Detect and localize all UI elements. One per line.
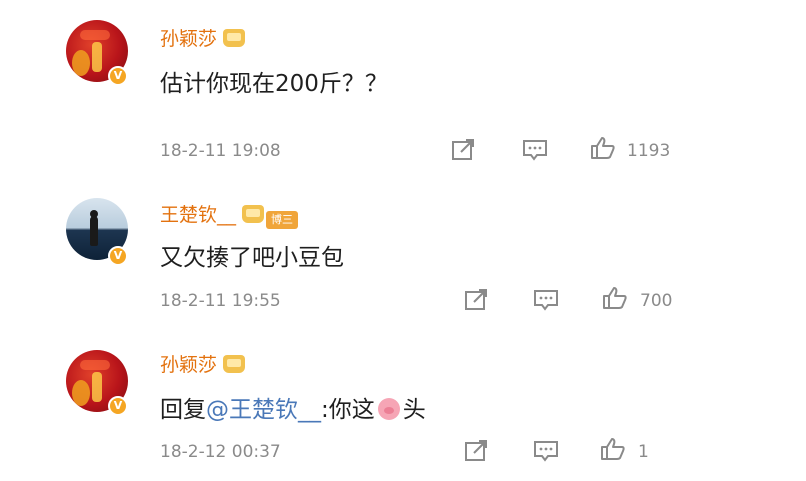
username[interactable]: 王楚钦__ 博三 — [160, 200, 299, 229]
thumbs-up-icon[interactable] — [602, 286, 628, 310]
timestamp: 18-2-12 00:37 — [160, 442, 281, 462]
verified-v-icon: V — [108, 396, 128, 416]
comment-icon[interactable] — [522, 138, 548, 162]
reply-text-end: 头 — [402, 397, 426, 423]
timestamp: 18-2-11 19:08 — [160, 141, 281, 161]
thumbs-up-icon[interactable] — [600, 437, 626, 461]
verified-v-icon: V — [108, 246, 128, 266]
comment-text: 回复@王楚钦__:你这 头 — [160, 390, 426, 424]
comment-icon[interactable] — [533, 439, 559, 463]
crown-icon — [242, 205, 265, 223]
repost-icon[interactable] — [451, 138, 477, 162]
crown-icon — [223, 355, 246, 373]
comment-icon[interactable] — [533, 288, 559, 312]
like-count: 700 — [640, 291, 673, 311]
like-count: 1 — [638, 442, 649, 462]
member-badge: 博三 — [266, 211, 299, 229]
username[interactable]: 孙颖莎 — [160, 24, 246, 51]
comment-item: V 孙颖莎 回复@王楚钦__:你这 头 18-2-12 00:37 1 — [0, 330, 806, 481]
username-text[interactable]: 孙颖莎 — [160, 28, 217, 50]
reply-text: :你这 — [321, 397, 375, 423]
repost-icon[interactable] — [464, 288, 490, 312]
comment-text: 估计你现在200斤？？ — [160, 71, 388, 97]
comment-item: V 孙颖莎 估计你现在200斤？？ 18-2-11 19:08 1193 — [0, 0, 806, 162]
pig-emoji-icon — [377, 398, 400, 420]
crown-icon — [223, 29, 246, 47]
username[interactable]: 孙颖莎 — [160, 350, 246, 377]
username-text[interactable]: 王楚钦__ — [160, 204, 236, 226]
repost-icon[interactable] — [464, 439, 490, 463]
like-count: 1193 — [627, 141, 671, 161]
verified-v-icon: V — [108, 66, 128, 86]
reply-prefix: 回复 — [160, 397, 206, 423]
comment-item: V 王楚钦__ 博三 又欠揍了吧小豆包 18-2-11 19:55 700 — [0, 180, 806, 320]
mention-link[interactable]: @王楚钦__ — [206, 397, 321, 423]
comment-text: 又欠揍了吧小豆包 — [160, 245, 344, 271]
username-text[interactable]: 孙颖莎 — [160, 354, 217, 376]
timestamp: 18-2-11 19:55 — [160, 291, 281, 311]
thumbs-up-icon[interactable] — [590, 136, 616, 160]
